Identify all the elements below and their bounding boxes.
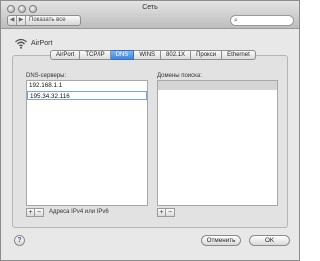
window-title: Сеть [142, 4, 158, 11]
dns-server-row[interactable]: 192.168.1.1 [27, 81, 147, 90]
forward-icon[interactable]: ▶ [17, 16, 26, 25]
dns-servers-label: DNS-серверы: [26, 73, 67, 79]
tab-airport[interactable]: AirPort [50, 50, 81, 60]
dns-add-remove: + − [26, 208, 44, 217]
network-window: Сеть ◀ ▶ Показать все ⌕ AirPort AirPort TC… [0, 0, 300, 261]
add-domain-button[interactable]: + [157, 208, 166, 217]
title-bar: Сеть ◀ ▶ Показать все ⌕ [1, 1, 299, 29]
tab-8021x[interactable]: 802.1X [161, 50, 192, 60]
dns-servers-list[interactable]: 192.168.1.1 195.34.32.116 [26, 80, 148, 206]
tab-bar: AirPort TCP/IP DNS WINS 802.1X Прокси Et… [50, 50, 256, 60]
dns-server-row-editing[interactable]: 195.34.32.116 [27, 91, 147, 100]
domain-add-remove: + − [157, 208, 175, 217]
tab-proxies[interactable]: Прокси [191, 50, 223, 60]
add-dns-button[interactable]: + [26, 208, 35, 217]
tab-tcpip[interactable]: TCP/IP [80, 50, 111, 60]
search-domains-label: Домены поиска: [157, 73, 202, 79]
remove-dns-button[interactable]: − [35, 208, 44, 217]
ip-format-hint: Адреса IPv4 или IPv6 [49, 209, 109, 215]
back-icon[interactable]: ◀ [8, 16, 17, 25]
tab-dns[interactable]: DNS [110, 50, 135, 60]
tab-wins[interactable]: WINS [134, 50, 162, 60]
tab-ethernet[interactable]: Ethernet [222, 50, 256, 60]
search-input[interactable]: ⌕ [230, 15, 294, 26]
remove-domain-button[interactable]: − [166, 208, 175, 217]
toolbar-nav: ◀ ▶ Показать все [7, 15, 81, 26]
interface-name: AirPort [31, 40, 53, 47]
search-icon: ⌕ [234, 17, 238, 24]
ok-button[interactable]: OK [249, 235, 290, 246]
cancel-button[interactable]: Отменить [201, 235, 241, 246]
wifi-icon [15, 38, 27, 49]
show-all-button[interactable]: Показать все [26, 17, 66, 23]
search-domains-header [158, 81, 277, 90]
search-domains-list[interactable] [157, 80, 278, 206]
help-button[interactable]: ? [14, 235, 25, 246]
